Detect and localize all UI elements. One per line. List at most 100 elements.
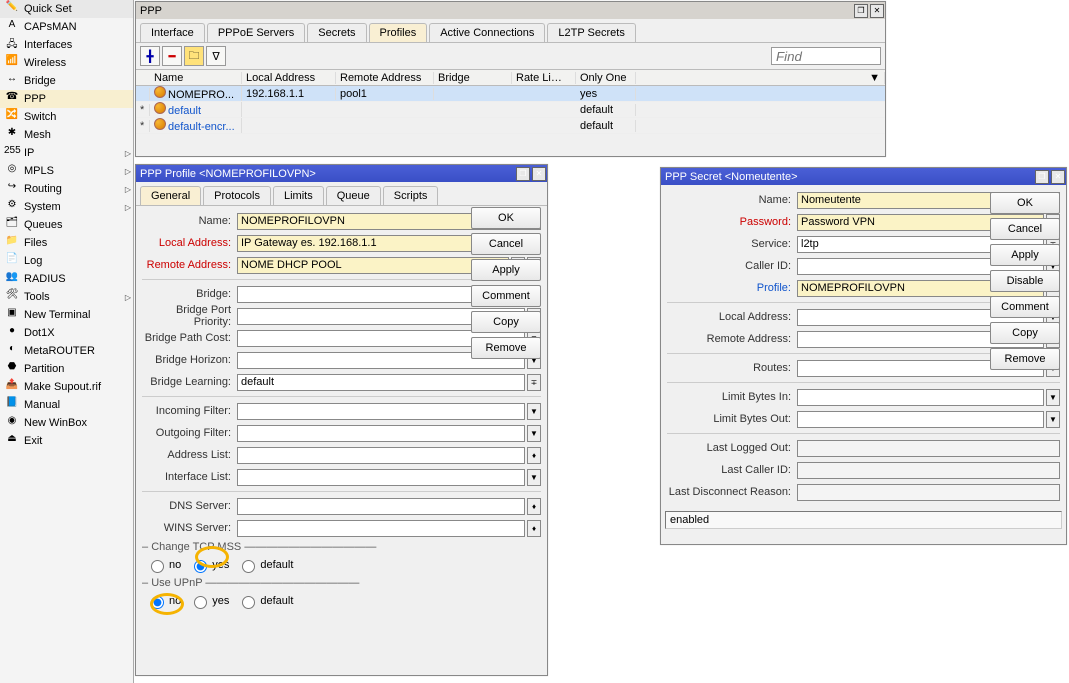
interfacelist-drop-icon[interactable]: ▼ xyxy=(527,469,541,486)
sidebar-item-bridge[interactable]: ↔Bridge xyxy=(0,72,133,90)
upnp-yes[interactable]: yes xyxy=(189,593,229,609)
col-remote[interactable]: Remote Address xyxy=(336,72,434,84)
table-row[interactable]: NOMEPRO... 192.168.1.1 pool1 yes xyxy=(136,86,885,102)
tcpmss-default[interactable]: default xyxy=(237,557,293,573)
tab-l2tp-secrets[interactable]: L2TP Secrets xyxy=(547,23,635,42)
ppp-close-icon[interactable]: ✕ xyxy=(870,4,884,18)
secret-apply-button[interactable]: Apply xyxy=(990,244,1060,266)
sec-limitout-input[interactable] xyxy=(797,411,1044,428)
sidebar-item-routing[interactable]: ↪Routing▷ xyxy=(0,180,133,198)
sidebar-item-quick-set[interactable]: ✏️Quick Set xyxy=(0,0,133,18)
sidebar-item-queues[interactable]: 🗂Queues xyxy=(0,216,133,234)
sidebar-item-log[interactable]: 📄Log xyxy=(0,252,133,270)
tab-profiles[interactable]: Profiles xyxy=(369,23,428,42)
profile-close-icon[interactable]: ✕ xyxy=(532,167,546,181)
sidebar-item-dot1x[interactable]: ●Dot1X xyxy=(0,324,133,342)
sidebar-item-tools[interactable]: 🛠Tools▷ xyxy=(0,288,133,306)
sidebar-item-mpls[interactable]: ◎MPLS▷ xyxy=(0,162,133,180)
tcpmss-no[interactable]: no xyxy=(146,557,181,573)
secret-cancel-button[interactable]: Cancel xyxy=(990,218,1060,240)
sec-limitout-drop-icon[interactable]: ▼ xyxy=(1046,411,1060,428)
ppp-restore-icon[interactable]: ❐ xyxy=(854,4,868,18)
profile-restore-icon[interactable]: ❐ xyxy=(516,167,530,181)
secret-comment-button[interactable]: Comment xyxy=(990,296,1060,318)
profile-tab-scripts[interactable]: Scripts xyxy=(383,186,439,205)
profile-tab-protocols[interactable]: Protocols xyxy=(203,186,271,205)
tab-interface[interactable]: Interface xyxy=(140,23,205,42)
col-bridge[interactable]: Bridge xyxy=(434,72,512,84)
secret-ok-button[interactable]: OK xyxy=(990,192,1060,214)
sidebar-item-radius[interactable]: 👥RADIUS xyxy=(0,270,133,288)
sidebar-item-mesh[interactable]: ✱Mesh xyxy=(0,126,133,144)
interfacelist-input[interactable] xyxy=(237,469,525,486)
sec-remote-label: Remote Address: xyxy=(667,333,797,345)
sec-limitin-drop-icon[interactable]: ▼ xyxy=(1046,389,1060,406)
add-icon[interactable]: ╋ xyxy=(140,46,160,66)
wins-expand-icon[interactable]: ♦ xyxy=(527,520,541,537)
sidebar-item-make-supout-rif[interactable]: 📤Make Supout.rif xyxy=(0,378,133,396)
table-row[interactable]: * default default xyxy=(136,102,885,118)
remove-button[interactable]: Remove xyxy=(471,337,541,359)
col-drop-icon[interactable]: ▼ xyxy=(636,72,885,84)
filter-icon[interactable]: ∇ xyxy=(206,46,226,66)
profile-tab-queue[interactable]: Queue xyxy=(326,186,381,205)
addresslist-input[interactable] xyxy=(237,447,525,464)
chevron-right-icon: ▷ xyxy=(125,203,131,212)
sidebar-item-manual[interactable]: 📘Manual xyxy=(0,396,133,414)
remove-icon[interactable]: ━ xyxy=(162,46,182,66)
bridge-learning-input[interactable] xyxy=(237,374,525,391)
dns-input[interactable] xyxy=(237,498,525,515)
tab-active-connections[interactable]: Active Connections xyxy=(429,23,545,42)
outgoing-drop-icon[interactable]: ▼ xyxy=(527,425,541,442)
sidebar-item-interfaces[interactable]: 🖧Interfaces xyxy=(0,36,133,54)
wins-input[interactable] xyxy=(237,520,525,537)
sidebar-item-metarouter[interactable]: ◐MetaROUTER xyxy=(0,342,133,360)
profile-tab-general[interactable]: General xyxy=(140,186,201,205)
upnp-no[interactable]: no xyxy=(146,593,181,609)
tab-secrets[interactable]: Secrets xyxy=(307,23,366,42)
copy-button[interactable]: Copy xyxy=(471,311,541,333)
tcpmss-yes[interactable]: yes xyxy=(189,557,229,573)
remote-address-input[interactable] xyxy=(237,257,509,274)
comment-button[interactable]: Comment xyxy=(471,285,541,307)
outgoing-input[interactable] xyxy=(237,425,525,442)
sidebar-item-new-terminal[interactable]: ▣New Terminal xyxy=(0,306,133,324)
bridge-learning-drop-icon[interactable]: ∓ xyxy=(527,374,541,391)
local-address-input[interactable] xyxy=(237,235,509,252)
col-local[interactable]: Local Address xyxy=(242,72,336,84)
secret-restore-icon[interactable]: ❐ xyxy=(1035,170,1049,184)
sidebar-item-wireless[interactable]: 📶Wireless xyxy=(0,54,133,72)
col-name[interactable]: Name xyxy=(150,72,242,84)
incoming-drop-icon[interactable]: ▼ xyxy=(527,403,541,420)
sec-service-label: Service: xyxy=(667,238,797,250)
dns-expand-icon[interactable]: ♦ xyxy=(527,498,541,515)
col-rate[interactable]: Rate Limit... xyxy=(512,72,576,84)
sidebar-item-switch[interactable]: 🔀Switch xyxy=(0,108,133,126)
secret-disable-button[interactable]: Disable xyxy=(990,270,1060,292)
incoming-input[interactable] xyxy=(237,403,525,420)
ok-button[interactable]: OK xyxy=(471,207,541,229)
sidebar-item-files[interactable]: 📁Files xyxy=(0,234,133,252)
sidebar-item-partition[interactable]: ⬣Partition xyxy=(0,360,133,378)
sidebar-item-ip[interactable]: 255IP▷ xyxy=(0,144,133,162)
tab-pppoe-servers[interactable]: PPPoE Servers xyxy=(207,23,305,42)
apply-button[interactable]: Apply xyxy=(471,259,541,281)
addresslist-expand-icon[interactable]: ♦ xyxy=(527,447,541,464)
sidebar-item-capsman[interactable]: ACAPsMAN xyxy=(0,18,133,36)
comment-icon[interactable]: 🗀 xyxy=(184,46,204,66)
sidebar-item-new-winbox[interactable]: ◉New WinBox xyxy=(0,414,133,432)
profile-tab-limits[interactable]: Limits xyxy=(273,186,324,205)
sidebar-item-system[interactable]: ⚙System▷ xyxy=(0,198,133,216)
find-input[interactable] xyxy=(771,47,881,65)
upnp-default[interactable]: default xyxy=(237,593,293,609)
col-only[interactable]: Only One xyxy=(576,72,636,84)
cancel-button[interactable]: Cancel xyxy=(471,233,541,255)
sec-limitin-input[interactable] xyxy=(797,389,1044,406)
sidebar-item-exit[interactable]: ⏏Exit xyxy=(0,432,133,450)
table-row[interactable]: * default-encr... default xyxy=(136,118,885,134)
sidebar-item-ppp[interactable]: ☎PPP xyxy=(0,90,133,108)
secret-remove-button[interactable]: Remove xyxy=(990,348,1060,370)
secret-close-icon[interactable]: ✕ xyxy=(1051,170,1065,184)
sidebar-item-label: Dot1X xyxy=(24,327,55,339)
secret-copy-button[interactable]: Copy xyxy=(990,322,1060,344)
